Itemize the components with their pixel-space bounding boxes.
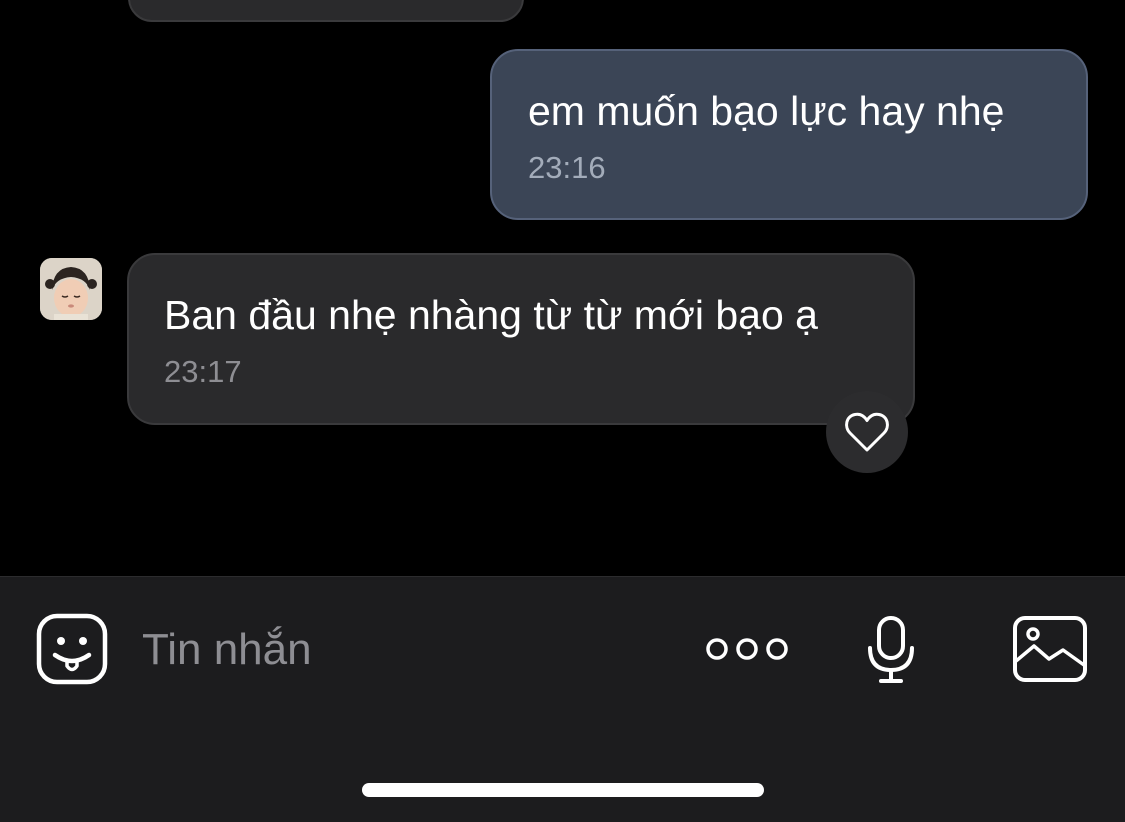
voice-button[interactable] <box>864 615 918 685</box>
message-time: 23:16 <box>528 150 606 185</box>
previous-message-bubble[interactable] <box>128 0 524 22</box>
more-button[interactable] <box>704 631 790 667</box>
message-composer <box>0 576 1125 822</box>
message-list[interactable]: em muốn bạo lực hay nhẹ 23:16 Ban đầu nh… <box>0 0 1125 576</box>
avatar-image <box>40 258 102 320</box>
sticker-icon <box>36 613 108 685</box>
mic-icon <box>868 616 914 683</box>
incoming-message-bubble[interactable]: Ban đầu nhẹ nhàng từ từ mới bạo ạ 23:17 <box>127 253 915 425</box>
message-text: em muốn bạo lực hay nhẹ <box>528 88 1005 134</box>
outgoing-message-bubble[interactable]: em muốn bạo lực hay nhẹ 23:16 <box>490 49 1088 220</box>
home-indicator[interactable] <box>362 783 764 797</box>
more-icon <box>706 638 788 660</box>
message-text: Ban đầu nhẹ nhàng từ từ mới bạo ạ <box>164 292 818 338</box>
avatar[interactable] <box>40 258 102 320</box>
message-time: 23:17 <box>164 354 242 389</box>
reaction-button[interactable] <box>826 391 908 473</box>
chat-screen: em muốn bạo lực hay nhẹ 23:16 Ban đầu nh… <box>0 0 1125 822</box>
image-icon <box>1013 616 1087 682</box>
image-button[interactable] <box>1012 615 1088 683</box>
sticker-button[interactable] <box>36 613 108 685</box>
message-input[interactable] <box>142 617 682 683</box>
heart-icon <box>845 412 889 452</box>
